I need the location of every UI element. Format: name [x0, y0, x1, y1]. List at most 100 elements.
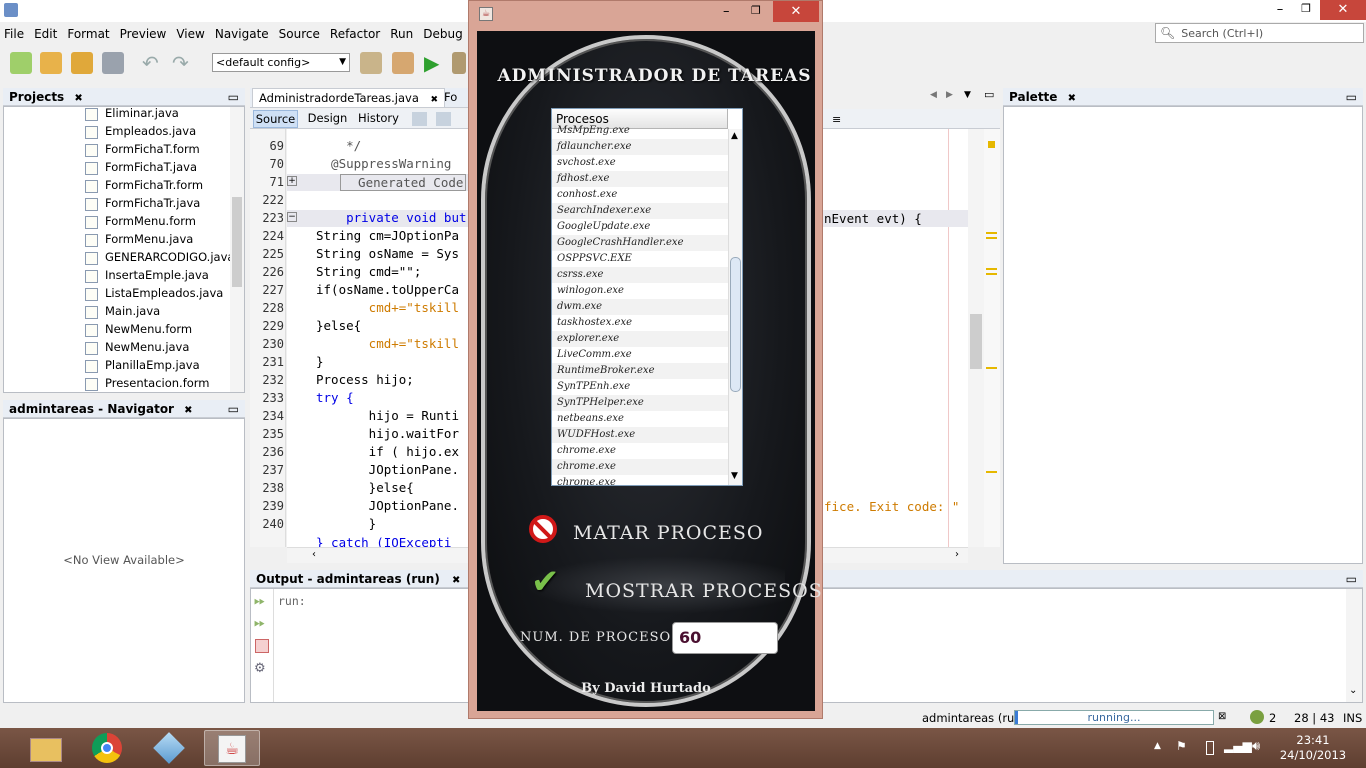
scroll-right-icon[interactable]: › [955, 549, 959, 560]
tab-list-icon[interactable]: ▼ [964, 90, 971, 100]
code-line[interactable]: cmd+="tskill [316, 336, 459, 351]
scroll-thumb[interactable] [232, 197, 242, 287]
warning-marker[interactable] [988, 141, 995, 148]
code-line[interactable]: } [316, 354, 324, 369]
show-processes-button[interactable]: ✔ MOSTRAR PROCESOS [525, 556, 822, 614]
list-item[interactable]: chrome.exe [552, 475, 728, 485]
action-center-icon[interactable]: ⚑ [1176, 739, 1187, 753]
fold-icon[interactable]: − [287, 212, 297, 222]
minimize-panel-icon[interactable]: ▭ [228, 88, 239, 106]
list-item[interactable]: MsMpEng.exe [552, 123, 728, 139]
projects-tab[interactable]: Projects [9, 90, 64, 104]
list-item[interactable]: fdhost.exe [552, 171, 728, 187]
minimize-panel-icon[interactable]: ▭ [228, 400, 239, 418]
minimize-panel-icon[interactable]: ▭ [1346, 88, 1357, 106]
list-item[interactable]: svchost.exe [552, 155, 728, 171]
minimize-icon[interactable]: – [723, 4, 730, 19]
config-select[interactable]: <default config> ▼ [212, 53, 350, 72]
new-file-icon[interactable] [10, 52, 32, 74]
chrome-taskbar-button[interactable] [80, 730, 136, 766]
list-item[interactable]: dwm.exe [552, 299, 728, 315]
toggle-comment-icon[interactable]: ≡ [832, 113, 841, 126]
java-taskbar-button[interactable]: ☕ [204, 730, 260, 766]
close-icon[interactable]: ✖ [74, 93, 82, 104]
open-project-icon[interactable] [71, 52, 93, 74]
menu-item[interactable]: Navigate [215, 27, 269, 41]
tree-item[interactable]: FormMenu.form [105, 214, 196, 228]
code-line[interactable]: if ( hijo.ex [316, 444, 459, 459]
code-line[interactable]: JOptionPane. [316, 462, 459, 477]
menu-item[interactable]: Format [67, 27, 109, 41]
output-scrollbar[interactable]: ⌄ [1346, 589, 1362, 702]
back-icon[interactable] [436, 112, 451, 126]
tree-item[interactable]: FormFichaTr.form [105, 178, 203, 192]
close-icon[interactable]: ✖ [184, 405, 192, 416]
warning-marker[interactable] [986, 367, 997, 369]
search-input[interactable]: 🔍︎ Search (Ctrl+I) [1155, 23, 1364, 43]
undo-icon[interactable]: ↶ [142, 52, 164, 74]
stop-icon[interactable] [255, 639, 269, 653]
code-line[interactable]: Process hijo; [316, 372, 414, 387]
tab-history[interactable]: History [356, 110, 401, 128]
tree-item[interactable]: Empleados.java [105, 124, 196, 138]
tree-item[interactable]: ListaEmpleados.java [105, 286, 223, 300]
tree-item[interactable]: PlanillaEmp.java [105, 358, 200, 372]
new-project-icon[interactable] [40, 52, 62, 74]
maximize-icon[interactable]: ❐ [751, 4, 761, 17]
warning-marker[interactable] [986, 268, 997, 270]
kill-process-button[interactable]: MATAR PROCESO [525, 511, 765, 555]
scroll-thumb[interactable] [730, 257, 741, 392]
editor-body-right[interactable] [822, 129, 968, 547]
scroll-left-icon[interactable]: ◀ [930, 90, 937, 100]
editor-vscroll[interactable] [968, 129, 984, 547]
editor-tab[interactable]: AdministradordeTareas.java ✖ [252, 88, 446, 108]
tree-item[interactable]: GENERARCODIGO.java [105, 250, 234, 264]
code-line[interactable]: String cm=JOptionPa [316, 228, 459, 243]
rerun-icon[interactable]: ⏩︎ [254, 593, 265, 609]
tab-design[interactable]: Design [305, 110, 350, 128]
explorer-taskbar-button[interactable] [18, 730, 74, 766]
palette-tab[interactable]: Palette [1009, 90, 1057, 104]
maximize-icon[interactable]: ❐ [1296, 2, 1316, 18]
tree-item[interactable]: FormMenu.java [105, 232, 193, 246]
list-item[interactable]: winlogon.exe [552, 283, 728, 299]
scroll-left-icon[interactable]: ‹ [312, 549, 316, 560]
tree-item[interactable]: FormFichaTr.java [105, 196, 200, 210]
warning-marker[interactable] [986, 273, 997, 275]
menu-item[interactable]: Refactor [330, 27, 380, 41]
settings-icon[interactable]: ⚙ [254, 661, 266, 676]
menu-item[interactable]: View [176, 27, 204, 41]
close-icon[interactable]: ✖ [452, 575, 460, 586]
list-item[interactable]: SynTPEnh.exe [552, 379, 728, 395]
code-line[interactable]: }else{ [316, 318, 361, 333]
notifications-icon[interactable] [1250, 710, 1264, 724]
menu-item[interactable]: Run [390, 27, 413, 41]
cancel-task-icon[interactable]: ⊠ [1218, 711, 1226, 722]
code-line[interactable]: } [316, 516, 377, 531]
debug-icon[interactable] [452, 52, 466, 74]
editor-tab-2[interactable]: Fo [440, 88, 461, 108]
volume-icon[interactable]: 🔊︎ [1252, 739, 1260, 754]
output-tab[interactable]: Output - admintareas (run) [256, 572, 440, 586]
list-item[interactable]: netbeans.exe [552, 411, 728, 427]
redo-icon[interactable]: ↷ [172, 52, 194, 74]
close-icon[interactable]: ✕ [773, 1, 819, 22]
list-item[interactable]: GoogleUpdate.exe [552, 219, 728, 235]
list-item[interactable]: WUDFHost.exe [552, 427, 728, 443]
navigator-title[interactable]: admintareas - Navigator [9, 402, 174, 416]
menu-item[interactable]: Edit [34, 27, 57, 41]
list-item[interactable]: csrss.exe [552, 267, 728, 283]
code-line[interactable]: }else{ [316, 480, 414, 495]
list-item[interactable]: OSPPSVC.EXE [552, 251, 728, 267]
code-line[interactable]: @SuppressWarning [316, 156, 451, 171]
last-edit-icon[interactable] [412, 112, 427, 126]
tree-item[interactable]: FormFichaT.form [105, 142, 200, 156]
minimize-panel-icon[interactable]: ▭ [1346, 570, 1357, 588]
maximize-editor-icon[interactable]: ▭ [984, 88, 994, 101]
code-line[interactable]: String osName = Sys [316, 246, 459, 261]
list-item[interactable]: taskhostex.exe [552, 315, 728, 331]
menu-item[interactable]: Preview [120, 27, 167, 41]
list-item[interactable]: chrome.exe [552, 459, 728, 475]
clock[interactable]: 23:41 24/10/2013 [1278, 733, 1348, 763]
tree-item[interactable]: NewMenu.java [105, 340, 189, 354]
